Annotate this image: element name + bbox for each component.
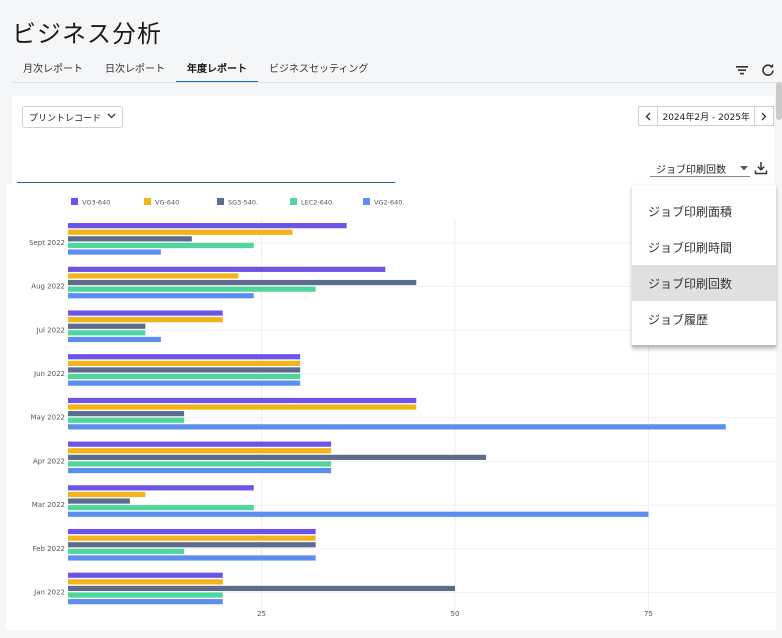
category-label: Aug 2022 — [31, 283, 65, 291]
bar — [68, 424, 726, 430]
tab-daily-report[interactable]: 日次レポート — [94, 56, 176, 81]
chevron-down-icon — [107, 112, 116, 122]
bar — [68, 454, 486, 460]
bar — [68, 286, 316, 292]
legend-swatch — [217, 198, 224, 205]
category-label: Jul 2022 — [36, 326, 66, 334]
scrollbar[interactable] — [776, 82, 782, 120]
dropdown-item-print-count[interactable]: ジョブ印刷回数 — [632, 265, 776, 301]
bar — [68, 380, 301, 386]
bar — [68, 592, 223, 598]
category-label: Jun 2022 — [33, 370, 65, 378]
bar — [68, 404, 417, 410]
metric-select[interactable]: ジョブ印刷回数 — [650, 160, 750, 177]
legend-entry: VG2-640. — [374, 199, 404, 207]
x-tick-label: 25 — [257, 610, 266, 618]
date-range-picker: 2024年2月 - 2025年 — [638, 106, 774, 126]
bar — [68, 555, 316, 561]
bar — [68, 360, 301, 366]
caret-down-icon — [740, 163, 748, 174]
chevron-left-icon — [646, 112, 651, 120]
report-tabs: 月次レポート 日次レポート 年度レポート ビジネスセッティング — [12, 56, 379, 83]
print-record-select[interactable]: プリントレコード — [22, 106, 124, 128]
bar — [68, 542, 316, 548]
bar — [68, 441, 332, 447]
next-period-button[interactable] — [754, 106, 774, 126]
bar — [68, 467, 332, 474]
bar — [68, 461, 332, 467]
date-range-label: 2024年2月 - 2025年 — [658, 106, 754, 126]
legend-swatch — [363, 198, 370, 205]
bar — [68, 548, 185, 554]
bar — [68, 266, 386, 272]
category-label: Apr 2022 — [33, 457, 65, 465]
category-label: Feb 2022 — [33, 545, 65, 553]
bar — [68, 505, 254, 511]
bar — [68, 599, 223, 605]
bar — [68, 411, 185, 417]
legend-swatch — [290, 198, 297, 205]
bar — [68, 354, 301, 360]
bar — [68, 511, 649, 517]
bar — [68, 279, 417, 286]
refresh-icon[interactable] — [760, 62, 776, 78]
page-title: ビジネス分析 — [12, 20, 162, 48]
legend-entry: VO3-640 — [82, 199, 110, 207]
legend-swatch — [71, 198, 78, 205]
tab-annual-report[interactable]: 年度レポート — [176, 56, 258, 83]
dropdown-item-print-time[interactable]: ジョブ印刷時間 — [632, 229, 776, 265]
metric-dropdown-menu: ジョブ印刷面積 ジョブ印刷時間 ジョブ印刷回数 ジョブ履歴 — [632, 185, 776, 347]
bar — [68, 367, 301, 373]
legend-swatch — [144, 198, 151, 205]
bar — [68, 236, 192, 242]
dropdown-item-print-area[interactable]: ジョブ印刷面積 — [632, 193, 776, 229]
tabs-divider — [12, 82, 782, 83]
chevron-right-icon — [761, 112, 767, 120]
legend-entry: SG3-540. — [228, 199, 258, 207]
download-icon[interactable] — [754, 160, 768, 179]
previous-period-button[interactable] — [638, 106, 659, 126]
category-label: Jan 2022 — [33, 588, 65, 596]
category-label: Mar 2022 — [32, 501, 65, 509]
bar — [68, 579, 223, 585]
bar — [68, 273, 239, 279]
bar — [68, 293, 254, 299]
bar — [68, 310, 223, 316]
tab-business-settings[interactable]: ビジネスセッティング — [258, 56, 379, 81]
bar — [68, 498, 130, 504]
bar — [68, 417, 185, 423]
active-indicator-line — [17, 182, 395, 183]
legend-entry: LEC2-640. — [301, 199, 334, 207]
bar — [68, 373, 301, 380]
bar — [68, 223, 347, 229]
legend-entry: VG-640 — [155, 199, 179, 207]
x-tick-label: 75 — [644, 610, 653, 618]
category-label: Sept 2022 — [29, 239, 65, 247]
bar — [68, 323, 146, 329]
tab-monthly-report[interactable]: 月次レポート — [12, 56, 94, 81]
bar — [68, 585, 455, 592]
bar — [68, 397, 417, 404]
bar — [68, 336, 161, 343]
metric-select-value: ジョブ印刷回数 — [656, 164, 726, 176]
x-tick-label: 50 — [450, 610, 459, 618]
bar — [68, 528, 316, 535]
bar — [68, 229, 293, 235]
bar — [68, 242, 254, 249]
bar — [68, 317, 223, 323]
dropdown-item-job-history[interactable]: ジョブ履歴 — [632, 301, 776, 337]
bar — [68, 249, 161, 255]
bar — [68, 491, 146, 498]
bar — [68, 448, 332, 454]
bar — [68, 485, 254, 491]
filter-icon[interactable] — [734, 62, 750, 78]
bar — [68, 330, 146, 336]
category-label: May 2022 — [30, 414, 65, 422]
report-controls-card: プリントレコード 2024年2月 - 2025年 ジョブ印刷回数 — [12, 96, 774, 184]
print-record-label: プリントレコード — [29, 113, 102, 124]
bar — [68, 535, 316, 541]
bar — [68, 572, 223, 578]
header-actions — [734, 62, 776, 78]
